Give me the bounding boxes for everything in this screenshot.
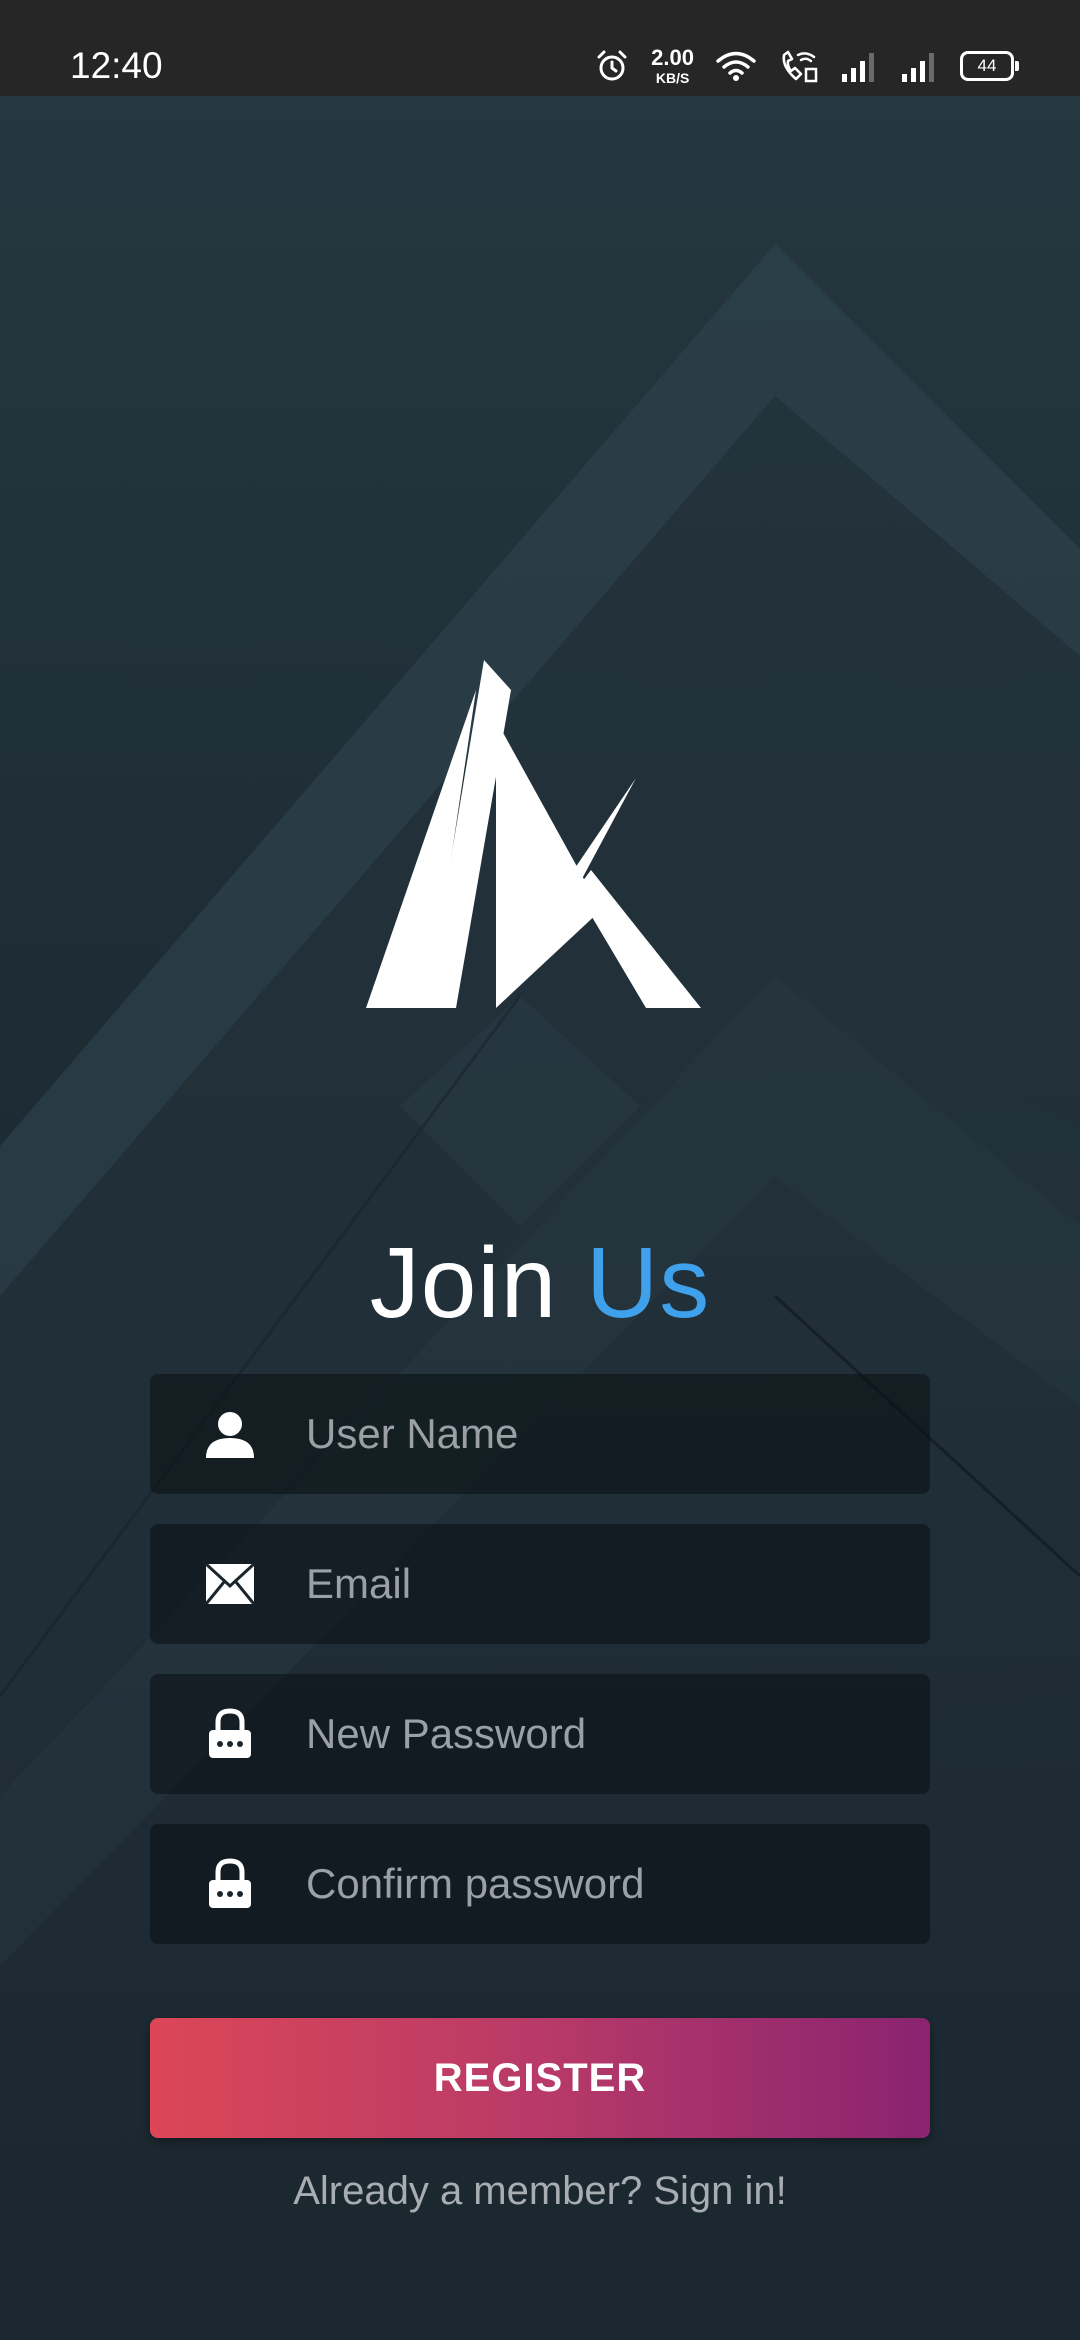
envelope-icon <box>200 1554 260 1614</box>
new-password-field[interactable] <box>150 1674 930 1794</box>
network-speed-unit: KB/S <box>655 70 690 86</box>
confirm-password-input[interactable] <box>306 1854 930 1914</box>
register-button[interactable]: REGISTER <box>150 2018 930 2138</box>
network-speed-value: 2.00 <box>651 45 694 70</box>
background <box>0 96 1080 2340</box>
confirm-password-field[interactable] <box>150 1824 930 1944</box>
status-bar: 12:40 2.00 KB/S 44 <box>0 0 1080 96</box>
page-title: Join Us <box>0 1228 1080 1338</box>
lock-icon <box>200 1704 260 1764</box>
battery-indicator: 44 <box>960 51 1019 81</box>
alarm-icon <box>595 49 629 83</box>
user-icon <box>200 1404 260 1464</box>
signal-icon <box>900 50 938 82</box>
email-input[interactable] <box>306 1554 930 1614</box>
username-input[interactable] <box>306 1404 930 1464</box>
wifi-calling-icon <box>778 49 818 83</box>
email-field[interactable] <box>150 1524 930 1644</box>
title-part-2: Us <box>586 1227 711 1339</box>
username-field[interactable] <box>150 1374 930 1494</box>
network-speed: 2.00 KB/S <box>651 45 694 86</box>
new-password-input[interactable] <box>306 1704 930 1764</box>
app-logo <box>366 660 706 1010</box>
signin-link[interactable]: Already a member? Sign in! <box>0 2166 1080 2216</box>
lock-icon <box>200 1854 260 1914</box>
signal-icon <box>840 50 878 82</box>
status-time: 12:40 <box>70 45 163 86</box>
wifi-icon <box>716 50 756 82</box>
title-part-1: Join <box>369 1227 558 1339</box>
status-icons: 2.00 KB/S 44 <box>595 44 1019 88</box>
background-pattern <box>0 244 1080 2340</box>
logo-icon <box>366 660 701 1008</box>
